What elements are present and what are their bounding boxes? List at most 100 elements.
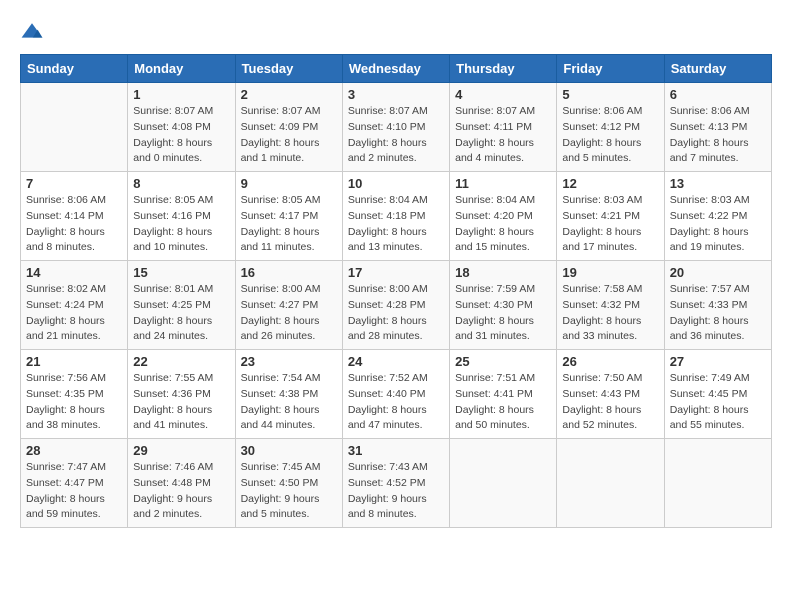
week-row-2: 14Sunrise: 8:02 AMSunset: 4:24 PMDayligh… <box>21 261 772 350</box>
day-number: 16 <box>241 265 337 280</box>
day-number: 5 <box>562 87 658 102</box>
day-number: 17 <box>348 265 444 280</box>
day-number: 23 <box>241 354 337 369</box>
day-info: Sunrise: 8:07 AMSunset: 4:11 PMDaylight:… <box>455 104 551 167</box>
day-cell: 11 Sunrise: 8:04 AMSunset: 4:20 PMDayligh… <box>450 172 557 261</box>
day-info: Sunrise: 7:57 AMSunset: 4:33 PMDaylight:… <box>670 282 766 345</box>
day-info: Sunrise: 8:07 AMSunset: 4:08 PMDaylight:… <box>133 104 229 167</box>
day-info: Sunrise: 7:49 AMSunset: 4:45 PMDaylight:… <box>670 371 766 434</box>
day-cell: 9 Sunrise: 8:05 AMSunset: 4:17 PMDaylight… <box>235 172 342 261</box>
day-info: Sunrise: 8:06 AMSunset: 4:13 PMDaylight:… <box>670 104 766 167</box>
day-cell: 17 Sunrise: 8:00 AMSunset: 4:28 PMDayligh… <box>342 261 449 350</box>
day-cell: 1 Sunrise: 8:07 AMSunset: 4:08 PMDaylight… <box>128 83 235 172</box>
day-info: Sunrise: 8:00 AMSunset: 4:28 PMDaylight:… <box>348 282 444 345</box>
day-cell: 13 Sunrise: 8:03 AMSunset: 4:22 PMDayligh… <box>664 172 771 261</box>
day-number: 4 <box>455 87 551 102</box>
week-row-3: 21 Sunrise: 7:56 AMSunset: 4:35 PMDayligh… <box>21 350 772 439</box>
day-cell: 18Sunrise: 7:59 AMSunset: 4:30 PMDayligh… <box>450 261 557 350</box>
page-header <box>20 20 772 44</box>
day-number: 21 <box>26 354 122 369</box>
header-tuesday: Tuesday <box>235 55 342 83</box>
day-info: Sunrise: 7:46 AMSunset: 4:48 PMDaylight:… <box>133 460 229 523</box>
day-number: 24 <box>348 354 444 369</box>
day-info: Sunrise: 8:04 AMSunset: 4:18 PMDaylight:… <box>348 193 444 256</box>
day-info: Sunrise: 8:03 AMSunset: 4:22 PMDaylight:… <box>670 193 766 256</box>
day-info: Sunrise: 7:58 AMSunset: 4:32 PMDaylight:… <box>562 282 658 345</box>
day-cell: 7 Sunrise: 8:06 AMSunset: 4:14 PMDaylight… <box>21 172 128 261</box>
day-cell: 25 Sunrise: 7:51 AMSunset: 4:41 PMDayligh… <box>450 350 557 439</box>
day-info: Sunrise: 8:06 AMSunset: 4:12 PMDaylight:… <box>562 104 658 167</box>
day-cell: 8 Sunrise: 8:05 AMSunset: 4:16 PMDaylight… <box>128 172 235 261</box>
day-info: Sunrise: 7:55 AMSunset: 4:36 PMDaylight:… <box>133 371 229 434</box>
day-number: 2 <box>241 87 337 102</box>
day-cell: 3 Sunrise: 8:07 AMSunset: 4:10 PMDaylight… <box>342 83 449 172</box>
day-cell: 22 Sunrise: 7:55 AMSunset: 4:36 PMDayligh… <box>128 350 235 439</box>
day-cell: 15 Sunrise: 8:01 AMSunset: 4:25 PMDayligh… <box>128 261 235 350</box>
day-info: Sunrise: 7:52 AMSunset: 4:40 PMDaylight:… <box>348 371 444 434</box>
day-cell <box>664 439 771 528</box>
day-number: 11 <box>455 176 551 191</box>
calendar-header-row: SundayMondayTuesdayWednesdayThursdayFrid… <box>21 55 772 83</box>
day-info: Sunrise: 8:07 AMSunset: 4:10 PMDaylight:… <box>348 104 444 167</box>
day-cell: 2 Sunrise: 8:07 AMSunset: 4:09 PMDaylight… <box>235 83 342 172</box>
day-cell: 24 Sunrise: 7:52 AMSunset: 4:40 PMDayligh… <box>342 350 449 439</box>
header-saturday: Saturday <box>664 55 771 83</box>
day-info: Sunrise: 7:47 AMSunset: 4:47 PMDaylight:… <box>26 460 122 523</box>
header-thursday: Thursday <box>450 55 557 83</box>
day-info: Sunrise: 8:03 AMSunset: 4:21 PMDaylight:… <box>562 193 658 256</box>
day-number: 22 <box>133 354 229 369</box>
day-info: Sunrise: 7:51 AMSunset: 4:41 PMDaylight:… <box>455 371 551 434</box>
day-info: Sunrise: 8:04 AMSunset: 4:20 PMDaylight:… <box>455 193 551 256</box>
week-row-0: 1 Sunrise: 8:07 AMSunset: 4:08 PMDaylight… <box>21 83 772 172</box>
day-cell: 26Sunrise: 7:50 AMSunset: 4:43 PMDayligh… <box>557 350 664 439</box>
day-info: Sunrise: 7:59 AMSunset: 4:30 PMDaylight:… <box>455 282 551 345</box>
day-info: Sunrise: 8:01 AMSunset: 4:25 PMDaylight:… <box>133 282 229 345</box>
day-number: 13 <box>670 176 766 191</box>
day-cell: 5 Sunrise: 8:06 AMSunset: 4:12 PMDaylight… <box>557 83 664 172</box>
day-cell: 29 Sunrise: 7:46 AMSunset: 4:48 PMDayligh… <box>128 439 235 528</box>
day-cell: 20Sunrise: 7:57 AMSunset: 4:33 PMDayligh… <box>664 261 771 350</box>
day-number: 10 <box>348 176 444 191</box>
day-number: 27 <box>670 354 766 369</box>
header-friday: Friday <box>557 55 664 83</box>
day-number: 3 <box>348 87 444 102</box>
day-info: Sunrise: 8:00 AMSunset: 4:27 PMDaylight:… <box>241 282 337 345</box>
day-info: Sunrise: 8:05 AMSunset: 4:17 PMDaylight:… <box>241 193 337 256</box>
day-number: 9 <box>241 176 337 191</box>
day-number: 15 <box>133 265 229 280</box>
day-number: 1 <box>133 87 229 102</box>
day-info: Sunrise: 8:07 AMSunset: 4:09 PMDaylight:… <box>241 104 337 167</box>
day-number: 8 <box>133 176 229 191</box>
day-number: 30 <box>241 443 337 458</box>
day-number: 7 <box>26 176 122 191</box>
day-cell: 21 Sunrise: 7:56 AMSunset: 4:35 PMDayligh… <box>21 350 128 439</box>
day-cell: 4 Sunrise: 8:07 AMSunset: 4:11 PMDaylight… <box>450 83 557 172</box>
day-info: Sunrise: 8:06 AMSunset: 4:14 PMDaylight:… <box>26 193 122 256</box>
day-cell: 16 Sunrise: 8:00 AMSunset: 4:27 PMDayligh… <box>235 261 342 350</box>
day-number: 14 <box>26 265 122 280</box>
day-info: Sunrise: 8:05 AMSunset: 4:16 PMDaylight:… <box>133 193 229 256</box>
day-number: 19 <box>562 265 658 280</box>
day-number: 25 <box>455 354 551 369</box>
day-info: Sunrise: 7:50 AMSunset: 4:43 PMDaylight:… <box>562 371 658 434</box>
header-monday: Monday <box>128 55 235 83</box>
header-sunday: Sunday <box>21 55 128 83</box>
header-wednesday: Wednesday <box>342 55 449 83</box>
day-info: Sunrise: 7:43 AMSunset: 4:52 PMDaylight:… <box>348 460 444 523</box>
day-cell: 12 Sunrise: 8:03 AMSunset: 4:21 PMDayligh… <box>557 172 664 261</box>
day-cell: 28 Sunrise: 7:47 AMSunset: 4:47 PMDayligh… <box>21 439 128 528</box>
day-cell: 6 Sunrise: 8:06 AMSunset: 4:13 PMDaylight… <box>664 83 771 172</box>
day-number: 29 <box>133 443 229 458</box>
logo-icon <box>20 20 44 44</box>
day-number: 6 <box>670 87 766 102</box>
day-info: Sunrise: 7:54 AMSunset: 4:38 PMDaylight:… <box>241 371 337 434</box>
calendar-table: SundayMondayTuesdayWednesdayThursdayFrid… <box>20 54 772 528</box>
day-number: 28 <box>26 443 122 458</box>
week-row-1: 7 Sunrise: 8:06 AMSunset: 4:14 PMDaylight… <box>21 172 772 261</box>
day-info: Sunrise: 7:56 AMSunset: 4:35 PMDaylight:… <box>26 371 122 434</box>
day-cell: 10 Sunrise: 8:04 AMSunset: 4:18 PMDayligh… <box>342 172 449 261</box>
day-cell <box>450 439 557 528</box>
day-number: 12 <box>562 176 658 191</box>
day-number: 31 <box>348 443 444 458</box>
day-cell: 14Sunrise: 8:02 AMSunset: 4:24 PMDayligh… <box>21 261 128 350</box>
